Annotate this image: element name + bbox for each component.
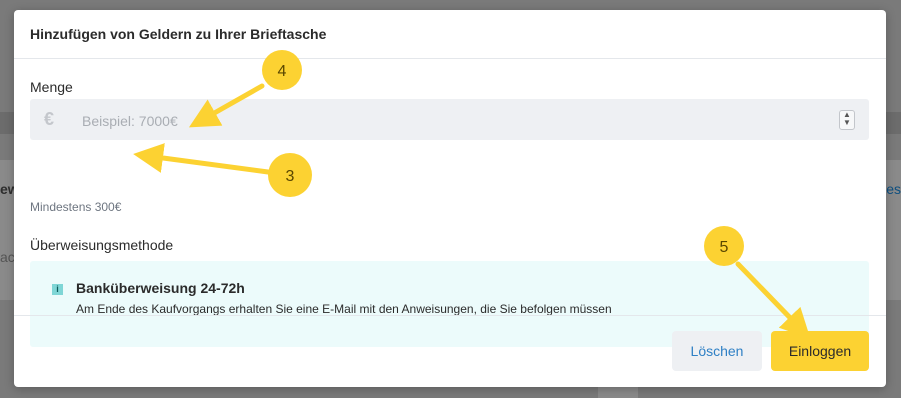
add-funds-modal: Hinzufügen von Geldern zu Ihrer Brieftas…: [14, 10, 886, 387]
transfer-method-label: Überweisungsmethode: [30, 237, 174, 253]
euro-icon: €: [44, 109, 55, 129]
modal-title: Hinzufügen von Geldern zu Ihrer Brieftas…: [30, 26, 327, 42]
chevron-down-icon[interactable]: ▼: [840, 119, 854, 127]
transfer-method-title: Banküberweisung 24-72h: [76, 280, 245, 296]
amount-minimum-hint: Mindestens 300€: [30, 200, 122, 214]
modal-header: Hinzufügen von Geldern zu Ihrer Brieftas…: [14, 10, 886, 59]
cancel-button[interactable]: Löschen: [672, 331, 762, 371]
submit-button[interactable]: Einloggen: [771, 331, 869, 371]
amount-field[interactable]: € ▲ ▼: [30, 99, 869, 142]
amount-input[interactable]: [80, 99, 824, 142]
backdrop-text-left-2: ac: [0, 249, 15, 265]
amount-label: Menge: [30, 79, 73, 95]
transfer-method-description: Am Ende des Kaufvorgangs erhalten Sie ei…: [76, 302, 612, 316]
amount-stepper[interactable]: ▲ ▼: [839, 110, 855, 130]
info-icon: i: [52, 284, 63, 295]
modal-footer: Löschen Einloggen: [14, 315, 886, 387]
